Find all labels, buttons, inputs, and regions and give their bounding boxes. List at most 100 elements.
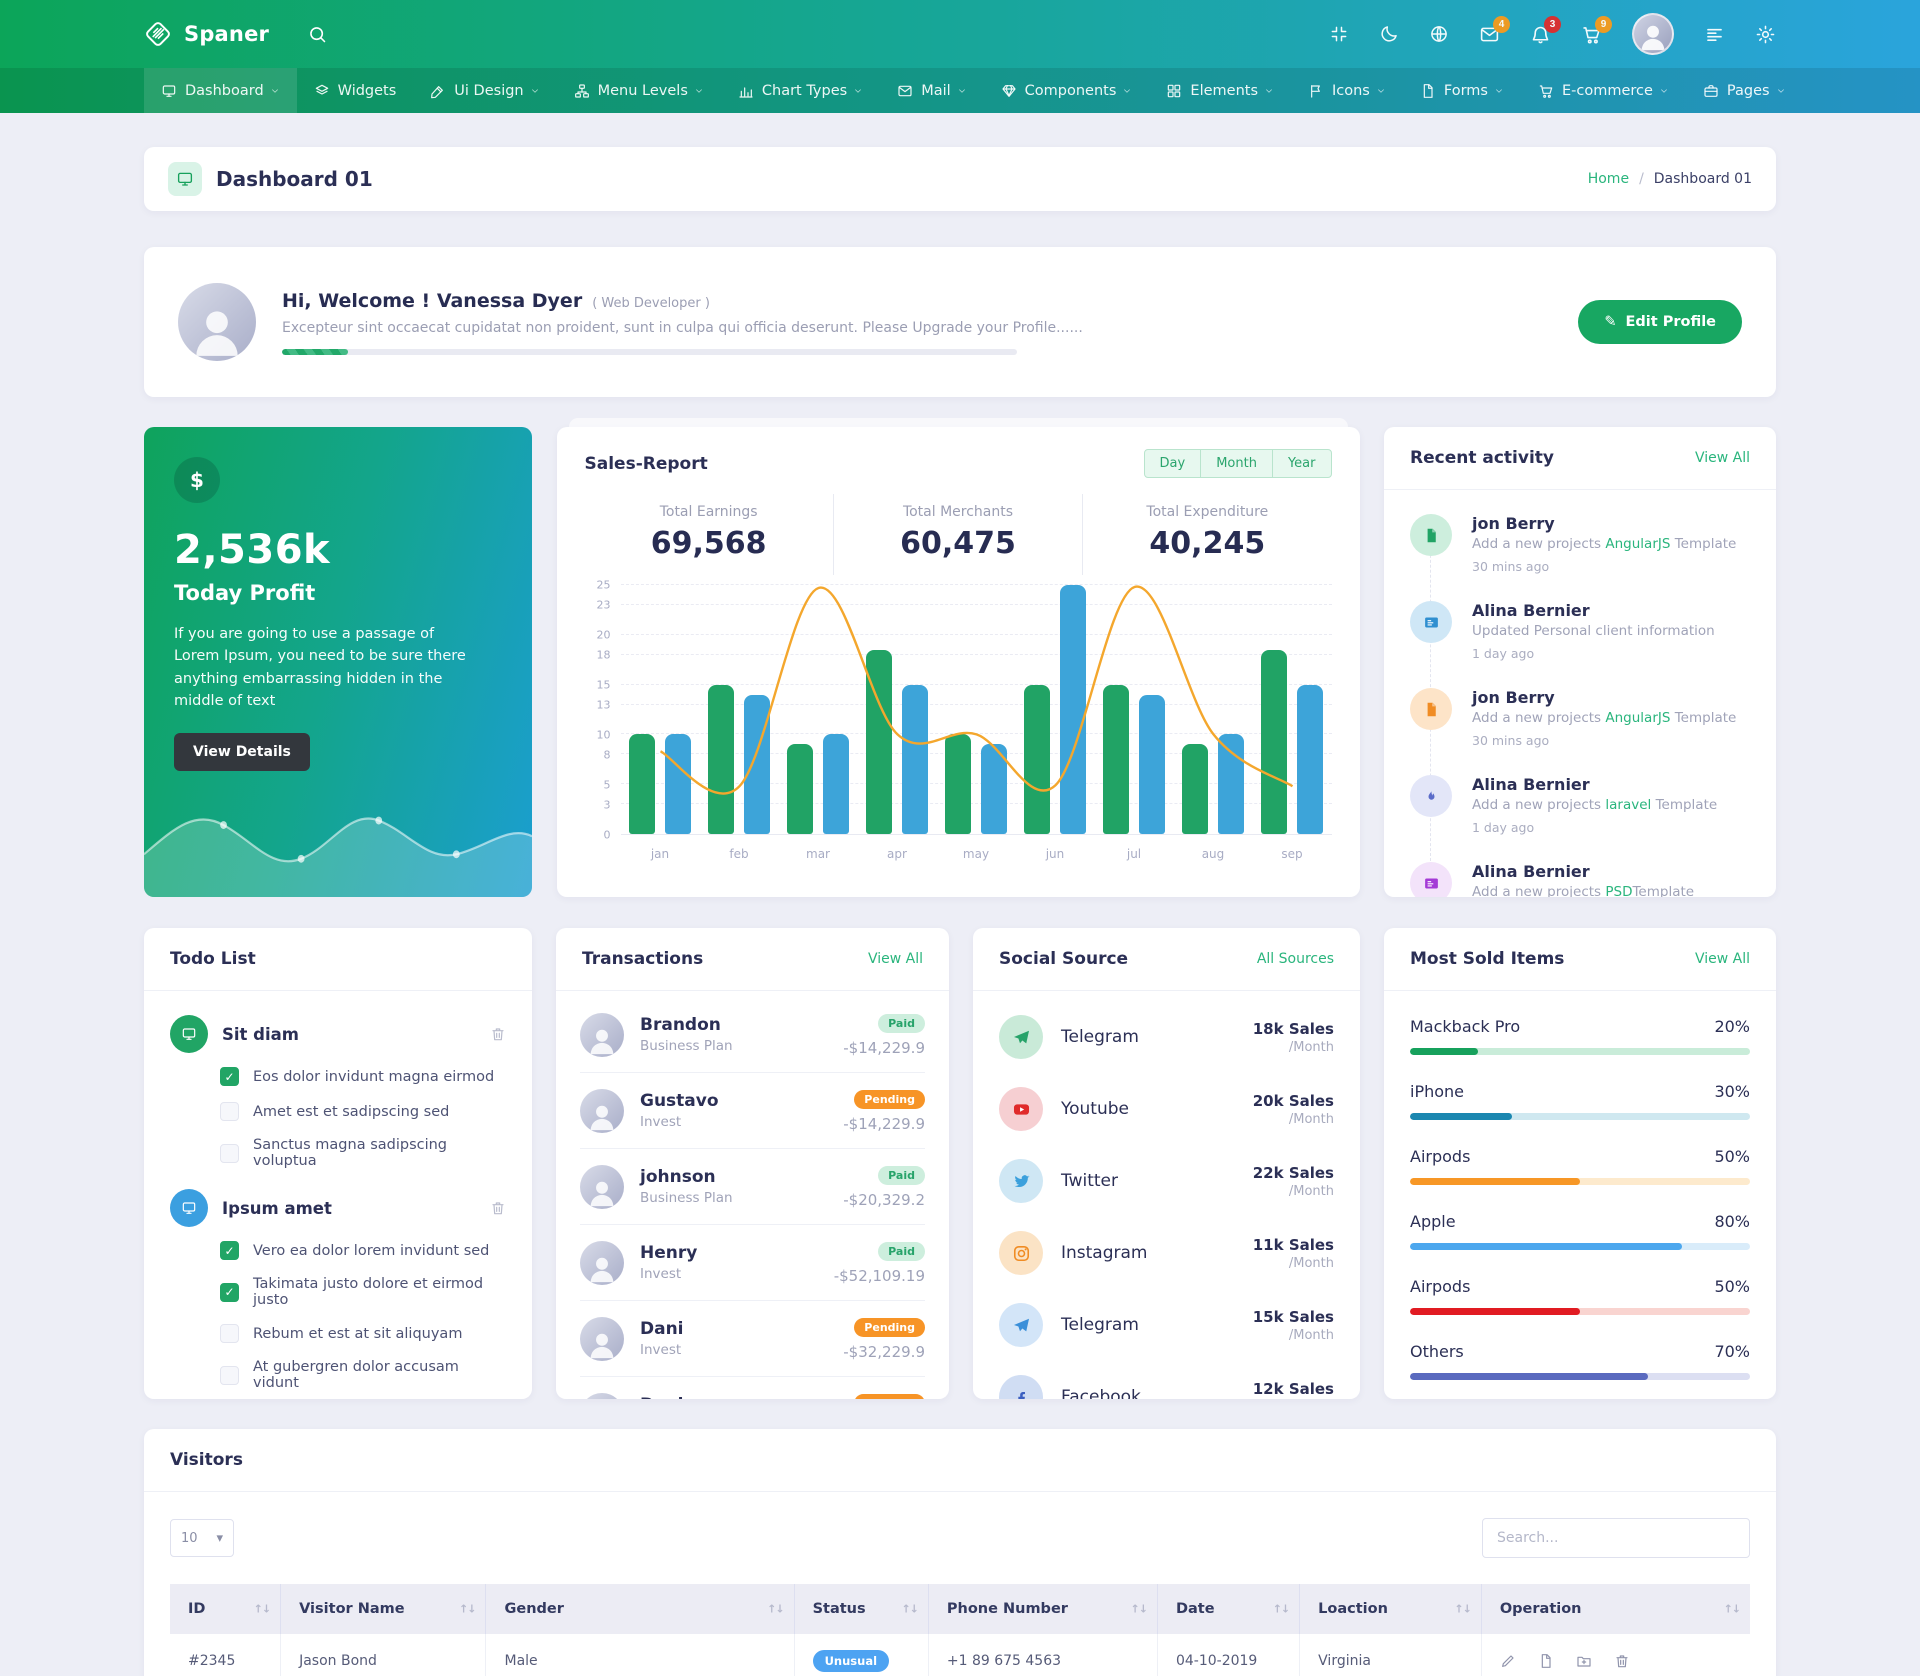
column-header-status[interactable]: Status ↑↓ [794, 1584, 929, 1634]
toggle-month[interactable]: Month [1200, 450, 1272, 477]
page-size-select[interactable]: 10 ▾ [170, 1519, 234, 1557]
task-checkbox[interactable]: ✓ [220, 1324, 239, 1343]
todo-task: ✓Sanctus magna sadipscing voluptua [220, 1137, 506, 1169]
column-header-visitor-name[interactable]: Visitor Name ↑↓ [280, 1584, 487, 1634]
trash-icon[interactable] [490, 1200, 506, 1216]
trash-icon[interactable] [1614, 1653, 1630, 1669]
sales-report-title: Sales-Report [584, 453, 708, 474]
brand[interactable]: Spaner [144, 20, 269, 48]
task-checkbox[interactable]: ✓ [220, 1143, 239, 1163]
page-title: Dashboard 01 [216, 167, 373, 191]
transactions-view-all-link[interactable]: View All [868, 951, 923, 967]
breadcrumb-home-link[interactable]: Home [1588, 171, 1629, 187]
chevron-down-icon [696, 88, 702, 93]
y-tick: 5 [603, 778, 611, 792]
chevron-down-icon [271, 88, 278, 93]
sort-icon[interactable]: ↑↓ [767, 1603, 784, 1616]
task-checkbox[interactable]: ✓ [220, 1282, 239, 1302]
card-icon [1410, 862, 1452, 897]
nav-item-dashboard[interactable]: Dashboard [144, 68, 297, 113]
status-badge: Paid [878, 1166, 925, 1185]
recent-activity-title: Recent activity [1410, 448, 1554, 468]
transaction-row: Brandon Business Plan Paid -$14,229.9 [580, 997, 925, 1073]
nav-item-forms[interactable]: Forms [1403, 68, 1521, 113]
social-row: Youtube 20k Sales/Month [999, 1073, 1334, 1145]
most-sold-title: Most Sold Items [1410, 949, 1565, 969]
sort-icon[interactable]: ↑↓ [1724, 1603, 1741, 1616]
column-header-operation[interactable]: Operation ↑↓ [1481, 1584, 1750, 1634]
sort-icon[interactable]: ↑↓ [1273, 1603, 1290, 1616]
nav-item-menu-levels[interactable]: Menu Levels [557, 68, 721, 113]
align-lines-icon[interactable] [1704, 24, 1725, 45]
sort-icon[interactable]: ↑↓ [254, 1603, 271, 1616]
most-sold-row: Airpods 50% [1410, 1147, 1750, 1185]
nav-item-icons[interactable]: Icons [1291, 68, 1403, 113]
column-header-id[interactable]: ID ↑↓ [170, 1584, 282, 1634]
nav-item-components[interactable]: Components [984, 68, 1150, 113]
nav-item-pages[interactable]: Pages [1686, 68, 1803, 113]
nav-item-ui-design[interactable]: Ui Design [413, 68, 556, 113]
task-checkbox[interactable]: ✓ [220, 1241, 239, 1260]
activity-view-all-link[interactable]: View All [1695, 450, 1750, 466]
column-header-location[interactable]: Loaction ↑↓ [1299, 1584, 1482, 1634]
chevron-down-icon [531, 88, 538, 93]
avatar [580, 1316, 624, 1361]
cart-icon [1539, 84, 1553, 98]
dark-mode-moon-icon[interactable] [1379, 24, 1399, 44]
pen-icon [431, 85, 444, 98]
settings-gear-icon[interactable] [1755, 24, 1776, 45]
sort-icon[interactable]: ↑↓ [901, 1603, 918, 1616]
file-icon[interactable] [1538, 1653, 1554, 1669]
table-search-input[interactable] [1482, 1518, 1750, 1558]
user-avatar[interactable] [1632, 13, 1674, 55]
task-checkbox[interactable]: ✓ [220, 1365, 239, 1385]
toggle-day[interactable]: Day [1145, 450, 1201, 477]
trash-icon[interactable] [490, 1026, 506, 1042]
cart-icon[interactable]: 9 [1581, 15, 1612, 45]
nav-item-widgets[interactable]: Widgets [297, 68, 414, 113]
status-badge: Paid [878, 1242, 925, 1261]
activity-item: Alina Bernier Add a new projects laravel… [1410, 775, 1750, 839]
progress-fill [1410, 1048, 1478, 1055]
progress-fill [1410, 1178, 1580, 1185]
nav-item-ecommerce[interactable]: E-commerce [1521, 68, 1686, 113]
folder-plus-icon[interactable] [1576, 1653, 1592, 1669]
edit-pencil-icon[interactable] [1500, 1653, 1516, 1669]
task-checkbox[interactable]: ✓ [220, 1102, 239, 1121]
column-header-phone[interactable]: Phone Number ↑↓ [928, 1584, 1158, 1634]
avatar [580, 1164, 624, 1209]
all-sources-link[interactable]: All Sources [1257, 951, 1334, 967]
language-globe-icon[interactable] [1429, 24, 1449, 44]
nav-item-chart-types[interactable]: Chart Types [721, 68, 880, 113]
edit-profile-button[interactable]: ✎ Edit Profile [1578, 300, 1742, 344]
sort-icon[interactable]: ↑↓ [1454, 1603, 1471, 1616]
nav-item-elements[interactable]: Elements [1149, 68, 1291, 113]
y-tick: 23 [596, 598, 611, 612]
y-tick: 10 [596, 728, 611, 742]
most-sold-view-all-link[interactable]: View All [1695, 951, 1750, 967]
sort-icon[interactable]: ↑↓ [459, 1603, 476, 1616]
most-sold-row: Others 70% [1410, 1342, 1750, 1380]
social-row: Facebook 12k Sales/Month [999, 1361, 1334, 1399]
mail-icon[interactable]: 4 [1479, 15, 1510, 45]
status-badge: Pending [854, 1394, 925, 1399]
search-icon[interactable] [307, 24, 328, 45]
welcome-role: ( Web Developer ) [592, 295, 710, 311]
sort-icon[interactable]: ↑↓ [1131, 1603, 1148, 1616]
toggle-year[interactable]: Year [1271, 450, 1331, 477]
flag-icon [1311, 84, 1320, 98]
period-toggle: Day Month Year [1143, 449, 1332, 478]
nav-item-mail[interactable]: Mail [880, 68, 983, 113]
sales-report-card: Sales-Report Day Month Year Total Earnin… [556, 418, 1360, 897]
notifications-bell-icon[interactable]: 3 [1530, 15, 1561, 45]
page-title-bar: Dashboard 01 Home / Dashboard 01 [144, 147, 1776, 211]
task-checkbox[interactable]: ✓ [220, 1067, 239, 1086]
welcome-card: Hi, Welcome ! Vanessa Dyer ( Web Develop… [144, 247, 1776, 397]
column-header-gender[interactable]: Gender ↑↓ [485, 1584, 795, 1634]
social-row: Twitter 22k Sales/Month [999, 1145, 1334, 1217]
file-icon [1410, 688, 1452, 730]
y-tick: 18 [596, 648, 611, 662]
column-header-date[interactable]: Date ↑↓ [1157, 1584, 1301, 1634]
file-icon [1410, 514, 1452, 556]
fullscreen-icon[interactable] [1329, 24, 1349, 44]
